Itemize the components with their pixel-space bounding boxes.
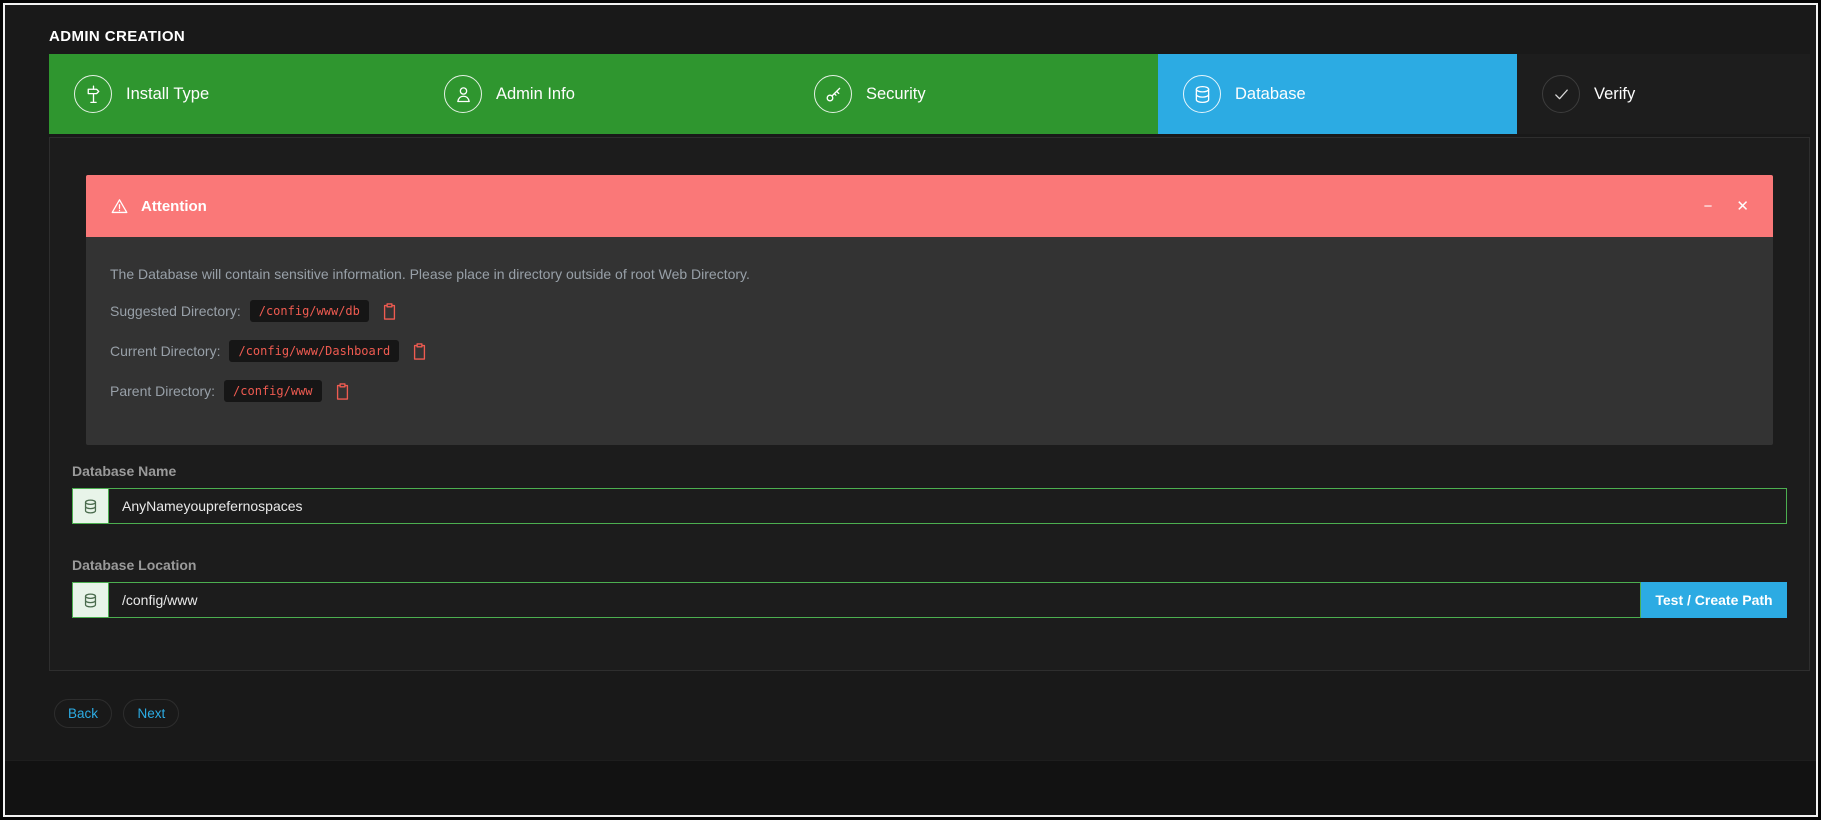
step-install-type[interactable]: Install Type	[49, 54, 419, 134]
alert-message: The Database will contain sensitive info…	[110, 265, 1749, 283]
step-security[interactable]: Security	[789, 54, 1158, 134]
footer-strip	[5, 760, 1816, 815]
directory-path: /config/www/Dashboard	[229, 340, 399, 362]
database-name-row	[72, 488, 1787, 524]
suggested-directory-row: Suggested Directory: /config/www/db	[110, 299, 1749, 323]
clipboard-icon[interactable]	[410, 342, 429, 361]
database-icon	[72, 488, 109, 524]
signpost-icon	[74, 75, 112, 113]
database-icon	[72, 582, 109, 618]
alert-header: Attention − ✕	[86, 175, 1773, 237]
next-button[interactable]: Next	[123, 699, 179, 728]
step-verify[interactable]: Verify	[1517, 54, 1810, 134]
check-icon	[1542, 75, 1580, 113]
database-location-label: Database Location	[72, 557, 1787, 573]
clipboard-icon[interactable]	[380, 302, 399, 321]
database-name-label: Database Name	[72, 463, 1787, 479]
current-directory-row: Current Directory: /config/www/Dashboard	[110, 339, 1749, 363]
database-step-card: Attention − ✕ The Database will contain …	[49, 137, 1810, 671]
back-button[interactable]: Back	[54, 699, 112, 728]
database-name-input[interactable]	[109, 488, 1787, 524]
step-label: Admin Info	[496, 85, 575, 104]
directory-label: Current Directory:	[110, 343, 220, 359]
close-icon[interactable]: ✕	[1736, 199, 1749, 214]
page-title: ADMIN CREATION	[49, 28, 1810, 46]
database-location-row: Test / Create Path	[72, 582, 1787, 618]
clipboard-icon[interactable]	[333, 382, 352, 401]
key-icon	[814, 75, 852, 113]
user-icon	[444, 75, 482, 113]
wizard-nav-buttons: Back Next	[54, 699, 1810, 728]
parent-directory-row: Parent Directory: /config/www	[110, 379, 1749, 403]
database-location-input[interactable]	[109, 582, 1641, 618]
directory-path: /config/www	[224, 380, 321, 402]
attention-alert: Attention − ✕ The Database will contain …	[86, 175, 1773, 445]
step-admin-info[interactable]: Admin Info	[419, 54, 789, 134]
directory-label: Parent Directory:	[110, 383, 215, 399]
app-window: ADMIN CREATION Install Type Admin Info	[3, 3, 1818, 817]
test-create-path-button[interactable]: Test / Create Path	[1641, 582, 1787, 618]
directory-path: /config/www/db	[250, 300, 369, 322]
admin-creation-panel: ADMIN CREATION Install Type Admin Info	[49, 5, 1810, 728]
step-label: Verify	[1594, 85, 1635, 104]
wizard-steps: Install Type Admin Info Security	[49, 54, 1810, 134]
database-icon	[1183, 75, 1221, 113]
alert-actions: − ✕	[1704, 199, 1749, 214]
alert-title: Attention	[141, 198, 207, 215]
minimize-icon[interactable]: −	[1704, 199, 1713, 214]
warning-triangle-icon	[110, 197, 129, 216]
step-database[interactable]: Database	[1158, 54, 1517, 134]
alert-body: The Database will contain sensitive info…	[86, 237, 1773, 445]
step-label: Security	[866, 85, 926, 104]
step-label: Install Type	[126, 85, 209, 104]
step-label: Database	[1235, 85, 1306, 104]
directory-label: Suggested Directory:	[110, 303, 241, 319]
